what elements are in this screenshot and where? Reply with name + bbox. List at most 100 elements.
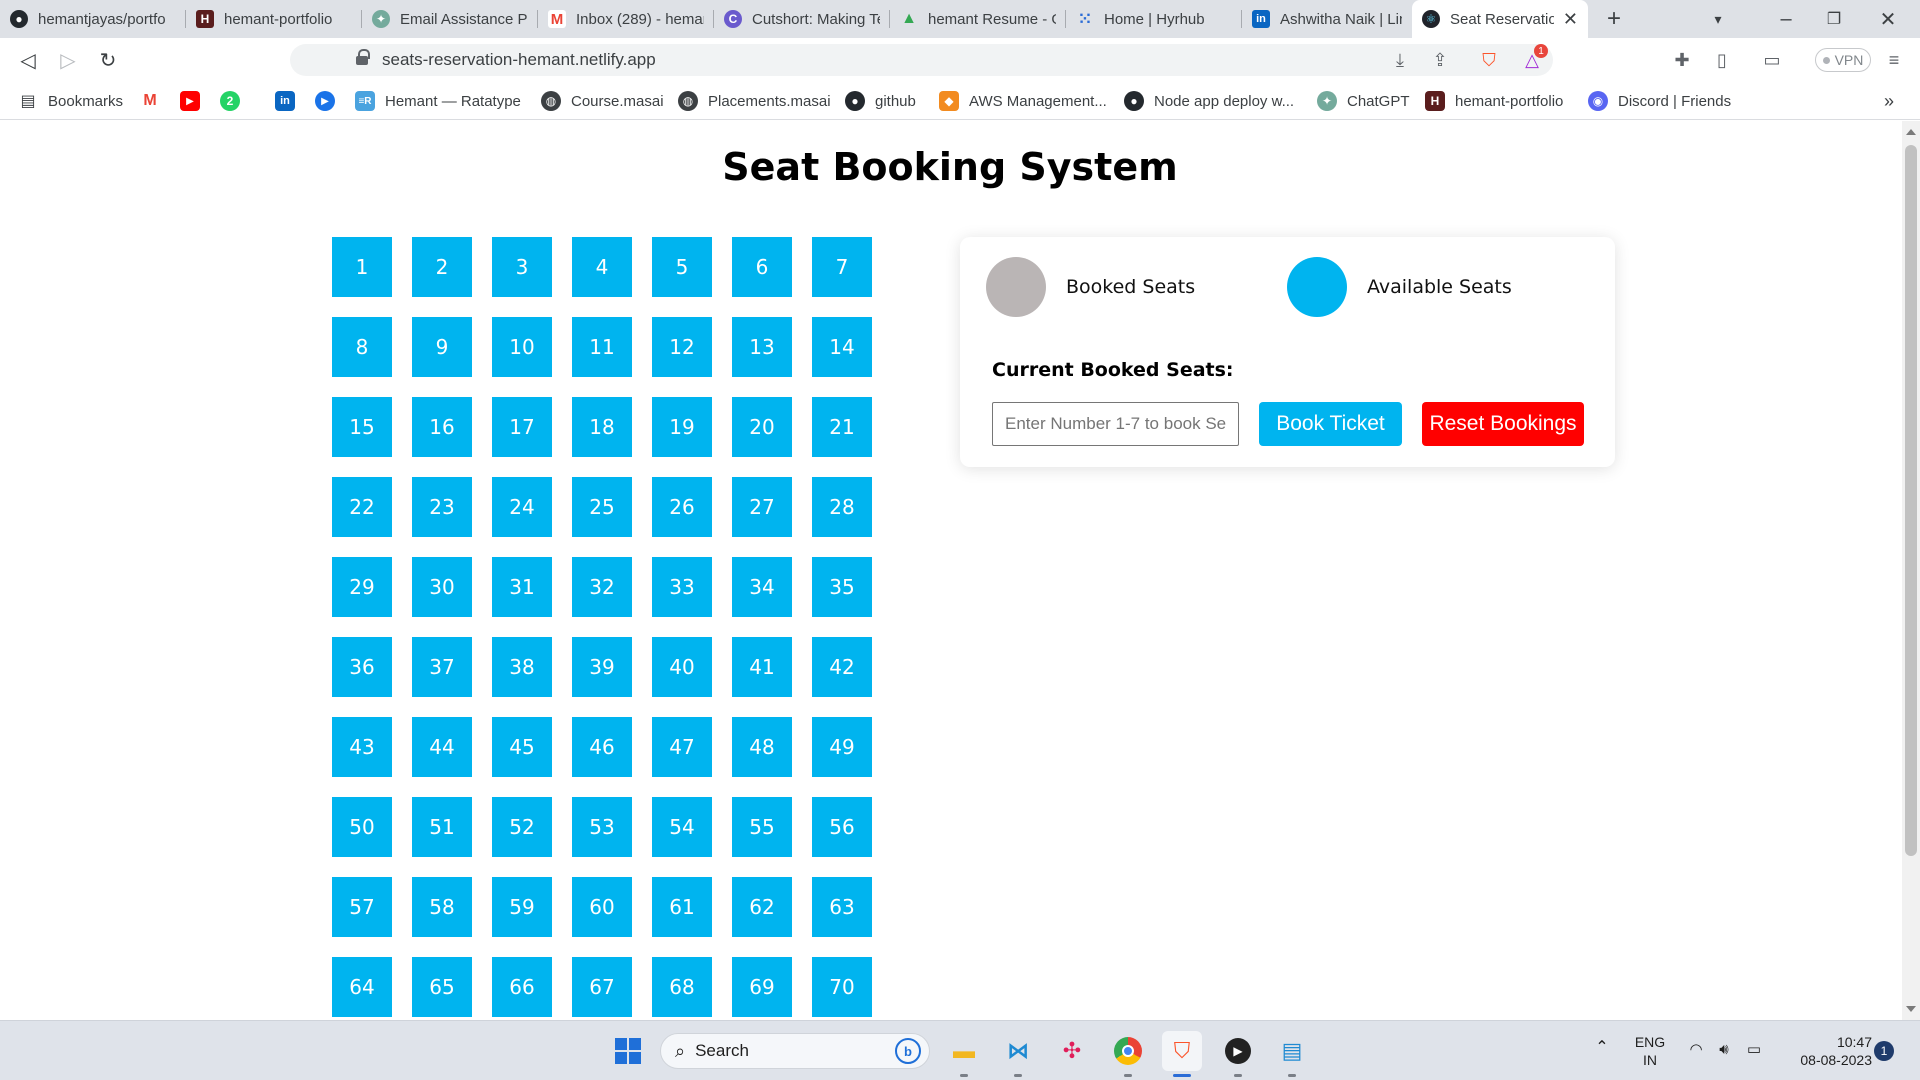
page-scrollbar[interactable] — [1902, 121, 1920, 1020]
bookmark-gmail[interactable]: M — [140, 82, 170, 120]
seat-32[interactable]: 32 — [572, 557, 632, 617]
seat-64[interactable]: 64 — [332, 957, 392, 1017]
bookmark-chatgpt[interactable]: ✦ ChatGPT — [1317, 82, 1410, 120]
seat-60[interactable]: 60 — [572, 877, 632, 937]
bookmark-hemant-portfolio[interactable]: H hemant-portfolio — [1425, 82, 1563, 120]
tab-github[interactable]: ● hemantjayas/portfo — [0, 0, 186, 38]
seat-67[interactable]: 67 — [572, 957, 632, 1017]
seat-16[interactable]: 16 — [412, 397, 472, 457]
seat-46[interactable]: 46 — [572, 717, 632, 777]
seat-49[interactable]: 49 — [812, 717, 872, 777]
seat-count-input[interactable] — [992, 402, 1239, 446]
sidebar-icon[interactable]: ▯ — [1708, 46, 1736, 74]
scroll-thumb[interactable] — [1905, 145, 1917, 856]
restore-button[interactable]: ❐ — [1804, 0, 1864, 38]
seat-70[interactable]: 70 — [812, 957, 872, 1017]
back-button[interactable]: ◁ — [12, 44, 44, 76]
brave-shields-icon[interactable]: ⛉ — [1475, 46, 1503, 74]
seat-15[interactable]: 15 — [332, 397, 392, 457]
seat-58[interactable]: 58 — [412, 877, 472, 937]
reset-bookings-button[interactable]: Reset Bookings — [1422, 402, 1584, 446]
seat-42[interactable]: 42 — [812, 637, 872, 697]
forward-button[interactable]: ▷ — [52, 44, 84, 76]
close-tab-icon[interactable]: ✕ — [1563, 9, 1578, 30]
seat-6[interactable]: 6 — [732, 237, 792, 297]
seat-9[interactable]: 9 — [412, 317, 472, 377]
start-button[interactable] — [608, 1031, 648, 1071]
vpn-button[interactable]: VPN — [1815, 48, 1871, 72]
seat-51[interactable]: 51 — [412, 797, 472, 857]
show-hidden-icons-chevron-icon[interactable]: ⌃ — [1590, 1039, 1614, 1057]
clock[interactable]: 10:47 08-08-2023 — [1780, 1033, 1872, 1069]
bookmark-youtube[interactable]: ▶ — [180, 82, 210, 120]
seat-69[interactable]: 69 — [732, 957, 792, 1017]
seat-44[interactable]: 44 — [412, 717, 472, 777]
seat-29[interactable]: 29 — [332, 557, 392, 617]
tab-gmail[interactable]: M Inbox (289) - hemar — [538, 0, 714, 38]
bookmark-node-deploy[interactable]: ● Node app deploy w... — [1124, 82, 1294, 120]
wifi-icon[interactable]: ◠ — [1684, 1041, 1708, 1059]
seat-63[interactable]: 63 — [812, 877, 872, 937]
seat-13[interactable]: 13 — [732, 317, 792, 377]
tab-hyrhub[interactable]: ⁙ Home | Hyrhub — [1066, 0, 1242, 38]
seat-10[interactable]: 10 — [492, 317, 552, 377]
seat-25[interactable]: 25 — [572, 477, 632, 537]
chrome-button[interactable] — [1108, 1031, 1148, 1077]
seat-55[interactable]: 55 — [732, 797, 792, 857]
seat-54[interactable]: 54 — [652, 797, 712, 857]
seat-45[interactable]: 45 — [492, 717, 552, 777]
seat-41[interactable]: 41 — [732, 637, 792, 697]
volume-icon[interactable]: 🔊︎ — [1712, 1041, 1736, 1059]
seat-37[interactable]: 37 — [412, 637, 472, 697]
scroll-up-arrow-icon[interactable] — [1906, 129, 1916, 135]
bookmark-whatsapp[interactable]: 2 — [220, 82, 250, 120]
battery-icon[interactable]: ▭ — [1742, 1041, 1766, 1059]
slack-button[interactable]: ✣ — [1052, 1031, 1092, 1071]
seat-40[interactable]: 40 — [652, 637, 712, 697]
seat-1[interactable]: 1 — [332, 237, 392, 297]
seat-34[interactable]: 34 — [732, 557, 792, 617]
file-explorer-button[interactable]: ▬ — [944, 1031, 984, 1077]
taskbar-search[interactable]: ⌕ Search b — [660, 1033, 930, 1069]
brave-rewards-icon[interactable]: △ 1 — [1518, 44, 1548, 74]
share-icon[interactable]: ⇪ — [1426, 46, 1454, 74]
tab-resume[interactable]: ▲ hemant Resume - G — [890, 0, 1066, 38]
seat-39[interactable]: 39 — [572, 637, 632, 697]
seat-43[interactable]: 43 — [332, 717, 392, 777]
new-tab-button[interactable]: + — [1598, 0, 1630, 38]
tab-email-assistance[interactable]: ✦ Email Assistance Pro — [362, 0, 538, 38]
language-indicator[interactable]: ENG IN — [1630, 1033, 1670, 1069]
seat-23[interactable]: 23 — [412, 477, 472, 537]
bookmark-play[interactable]: ▶ — [315, 82, 345, 120]
bookmark-placements-masai[interactable]: ◍ Placements.masai — [678, 82, 831, 120]
book-ticket-button[interactable]: Book Ticket — [1259, 402, 1402, 446]
seat-59[interactable]: 59 — [492, 877, 552, 937]
seat-62[interactable]: 62 — [732, 877, 792, 937]
seat-7[interactable]: 7 — [812, 237, 872, 297]
tab-linkedin[interactable]: in Ashwitha Naik | Lin — [1242, 0, 1412, 38]
install-app-icon[interactable]: ⤓ — [1386, 46, 1414, 74]
vscode-button[interactable]: ⋈ — [998, 1031, 1038, 1077]
reload-button[interactable]: ↻ — [92, 44, 124, 76]
extensions-icon[interactable]: ✚ — [1668, 46, 1696, 74]
seat-33[interactable]: 33 — [652, 557, 712, 617]
bookmark-course-masai[interactable]: ◍ Course.masai — [541, 82, 664, 120]
seat-53[interactable]: 53 — [572, 797, 632, 857]
seat-66[interactable]: 66 — [492, 957, 552, 1017]
seat-27[interactable]: 27 — [732, 477, 792, 537]
seat-52[interactable]: 52 — [492, 797, 552, 857]
seat-22[interactable]: 22 — [332, 477, 392, 537]
tab-search-chevron-icon[interactable]: ▾ — [1702, 0, 1734, 38]
seat-38[interactable]: 38 — [492, 637, 552, 697]
menu-icon[interactable]: ≡ — [1880, 46, 1908, 74]
seat-24[interactable]: 24 — [492, 477, 552, 537]
seat-61[interactable]: 61 — [652, 877, 712, 937]
bookmark-ratatype[interactable]: ≡R Hemant — Ratatype — [355, 82, 521, 120]
seat-47[interactable]: 47 — [652, 717, 712, 777]
seat-18[interactable]: 18 — [572, 397, 632, 457]
seat-26[interactable]: 26 — [652, 477, 712, 537]
seat-50[interactable]: 50 — [332, 797, 392, 857]
bookmark-discord[interactable]: ◉ Discord | Friends — [1588, 82, 1731, 120]
seat-3[interactable]: 3 — [492, 237, 552, 297]
seat-65[interactable]: 65 — [412, 957, 472, 1017]
